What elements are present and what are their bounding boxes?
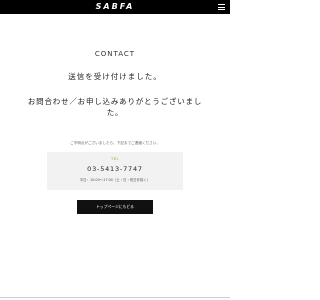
received-message: 送信を受け付けました。 (68, 72, 162, 81)
footer-divider (0, 297, 230, 298)
tel-panel: TEL 03-5413-7747 平日：10:00〜17:00（土・日・祝日を除… (47, 152, 183, 190)
tel-label: TEL (111, 157, 119, 161)
contact-note: ご不明点がございましたら、下記までご連絡ください。 (70, 141, 160, 145)
tel-number[interactable]: 03-5413-7747 (47, 165, 183, 173)
thanks-message: お問合わせ／お申し込みありがとうございました。 (27, 97, 203, 117)
menu-bar (218, 6, 225, 8)
menu-bar (218, 4, 225, 5)
menu-bar (218, 9, 225, 10)
site-logo[interactable]: SABFA (0, 2, 230, 12)
site-header: SABFA (0, 0, 230, 14)
page-title: CONTACT (94, 50, 136, 58)
back-to-top-button[interactable]: トップページにもどる (77, 200, 153, 214)
tel-hours: 平日：10:00〜17:00（土・日・祝日を除く） (79, 178, 151, 182)
hamburger-menu-icon[interactable] (218, 4, 225, 10)
